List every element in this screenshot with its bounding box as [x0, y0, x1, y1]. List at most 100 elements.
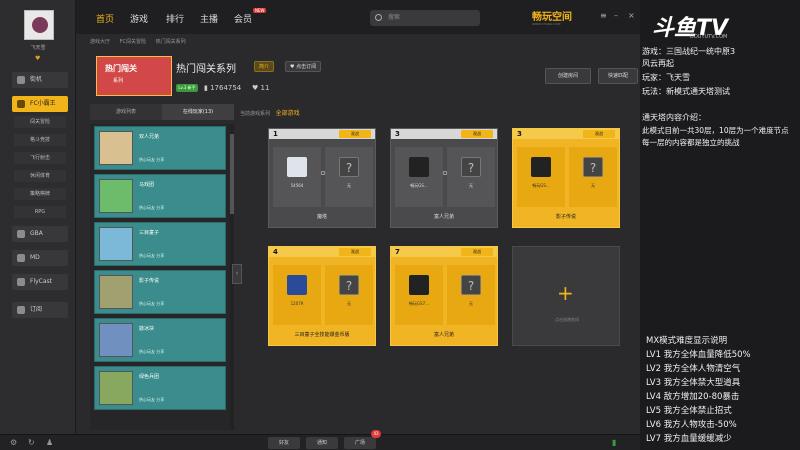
player-slot[interactable]: ? 无 [325, 265, 373, 325]
room-card[interactable]: 3 观战 畅玩GS... ? 无 富人兄弟 [390, 128, 498, 228]
room-game-name: 三目童子全技能爆金币版 [294, 332, 350, 338]
overlay-mx-lv2: LV2 我方全体人物清空气 [646, 364, 741, 374]
question-icon: ? [461, 275, 481, 295]
room-number: 4 [273, 248, 278, 256]
list-item[interactable]: 敲冰块 热心玩友 分享 [94, 318, 226, 362]
intro-tag[interactable]: 简介 [254, 61, 275, 72]
shirt-icon[interactable]: ♟ [46, 439, 54, 447]
player-avatar [531, 157, 551, 177]
watch-button[interactable]: 观战 [461, 248, 493, 256]
list-item[interactable]: 双人兄弟 热心玩友 分享 [94, 126, 226, 170]
game-meta: 热心玩友 分享 [139, 253, 165, 258]
plaza-button[interactable]: 广场 [344, 437, 376, 449]
player-slot[interactable]: ? 无 [447, 265, 495, 325]
sidebar-item-subscribe[interactable]: 订阅 [12, 302, 68, 318]
game-name: 马戏团 [139, 182, 155, 188]
nav-vip[interactable]: 会员 [234, 12, 252, 25]
player-name: 无 [347, 301, 351, 306]
breadcrumb: 游戏大厅 FC闯关冒险 热门闯关系列 [90, 38, 194, 45]
player-slot[interactable]: 12079 [273, 265, 321, 325]
overlay-player: 玩家：飞天雪 [642, 73, 690, 82]
sub-item-strategy[interactable]: 策略棋牌 [14, 188, 66, 200]
sub-item-adventure[interactable]: 闯关冒险 [14, 116, 66, 128]
create-room-card[interactable]: + 点击创建房间 [512, 246, 620, 346]
player-slot[interactable]: 54564 [273, 147, 321, 207]
collapse-panel-button[interactable]: ‹ [232, 264, 242, 284]
room-game-name: 富人兄弟 [433, 214, 454, 220]
sidebar-item-arcade[interactable]: 街机 [12, 72, 68, 88]
overlay-mx-title: MX模式难度显示说明 [646, 336, 728, 346]
refresh-icon[interactable]: ↻ [28, 439, 36, 447]
notice-button[interactable]: 通知 [306, 437, 338, 449]
game-meta: 热心玩友 分享 [139, 301, 165, 306]
game-thumbnail [99, 179, 133, 213]
sub-item-fighting[interactable]: 格斗竞技 [14, 134, 66, 146]
player-slot[interactable]: ? 无 [325, 147, 373, 207]
player-avatar [409, 275, 429, 295]
menu-icon[interactable]: ≡ [600, 12, 608, 20]
sidebar-item-flycast[interactable]: FlyCast [12, 274, 68, 290]
list-item[interactable]: 三目童子 热心玩友 分享 [94, 222, 226, 266]
scrollbar-thumb[interactable] [230, 134, 234, 214]
player-slot[interactable]: ? 无 [569, 147, 617, 207]
player-slot[interactable]: 畅玩GS... [517, 147, 565, 207]
nav-games[interactable]: 游戏 [130, 12, 148, 25]
player-slot[interactable]: 畅玩GS7... [395, 265, 443, 325]
room-card[interactable]: 7 观战 畅玩GS7... ? 无 富人兄弟 [390, 246, 498, 346]
username: 飞天雪 [30, 45, 46, 51]
sidebar-item-label: GBA [30, 230, 43, 237]
series-filter-value[interactable]: 全部游戏 [276, 110, 300, 117]
nav-ranking[interactable]: 排行 [166, 12, 184, 25]
create-room-button[interactable]: 创建房间 [545, 68, 591, 84]
tab-game-list[interactable]: 游戏列表 [90, 104, 162, 120]
list-item[interactable]: 绿色兵团 热心玩友 分享 [94, 366, 226, 410]
watch-button[interactable]: 观战 [461, 130, 493, 138]
sub-item-sports[interactable]: 休闲体育 [14, 170, 66, 182]
settings-icon[interactable]: ⚙ [10, 439, 18, 447]
player-slot[interactable]: 畅玩GS... [395, 147, 443, 207]
minimize-icon[interactable]: – [614, 12, 622, 20]
list-item[interactable]: 马戏团 热心玩友 分享 [94, 174, 226, 218]
game-thumbnail [99, 371, 133, 405]
list-item[interactable]: 影子传说 热心玩友 分享 [94, 270, 226, 314]
top-nav: 首页 游戏 排行 主播 会员 NEW 搜索 畅玩空间 WWW.CHANG.COM… [76, 0, 640, 34]
close-icon[interactable]: × [628, 12, 636, 20]
room-game-name: 富人兄弟 [433, 332, 454, 338]
tab-online-players[interactable]: 在线玩家(13) [162, 104, 234, 120]
nav-home[interactable]: 首页 [96, 12, 114, 25]
player-avatar [287, 157, 307, 177]
quick-match-button[interactable]: 快速匹配 [598, 68, 638, 84]
search-input[interactable]: 搜索 [370, 10, 480, 26]
game-thumbnail [99, 227, 133, 261]
overlay-game-cont: 风云再起 [642, 59, 674, 68]
sub-item-shooting[interactable]: 飞行射击 [14, 152, 66, 164]
room-card[interactable]: 3 观战 畅玩GS... ? 无 影子传说 [512, 128, 620, 228]
sidebar-item-fc[interactable]: FC小霸王 [12, 96, 68, 112]
game-thumbnail [99, 275, 133, 309]
watch-button[interactable]: 观战 [583, 130, 615, 138]
subscribe-button[interactable]: ♥ 点击订阅 [285, 61, 322, 72]
question-icon: ? [339, 157, 359, 177]
player-slot[interactable]: ? 无 [447, 147, 495, 207]
room-card[interactable]: 1 观战 54564 ? 无 魔塔 [268, 128, 376, 228]
avatar[interactable] [24, 10, 54, 40]
sidebar-item-md[interactable]: MD [12, 250, 68, 266]
room-card[interactable]: 4 观战 12079 ? 无 三目童子全技能爆金币版 [268, 246, 376, 346]
breadcrumb-item[interactable]: 游戏大厅 [90, 39, 110, 45]
room-game-name: 魔塔 [316, 214, 327, 220]
breadcrumb-item[interactable]: FC闯关冒险 [120, 39, 146, 45]
player-name: 54564 [290, 183, 304, 188]
game-name: 敲冰块 [139, 326, 155, 332]
create-room-text: 点击创建房间 [555, 317, 579, 322]
sidebar-item-label: MD [30, 254, 40, 261]
app-logo-sub: WWW.CHANG.COM [532, 22, 561, 26]
sub-item-rpg[interactable]: RPG [14, 206, 66, 218]
friends-button[interactable]: 好友 [268, 437, 300, 449]
watch-button[interactable]: 观战 [339, 248, 371, 256]
breadcrumb-item: 热门闯关系列 [155, 39, 186, 45]
watch-button[interactable]: 观战 [339, 130, 371, 138]
page-title: 热门闯关系列 [176, 64, 236, 75]
new-badge: NEW [253, 8, 267, 13]
sidebar-item-gba[interactable]: GBA [12, 226, 68, 242]
nav-streamers[interactable]: 主播 [200, 12, 218, 25]
